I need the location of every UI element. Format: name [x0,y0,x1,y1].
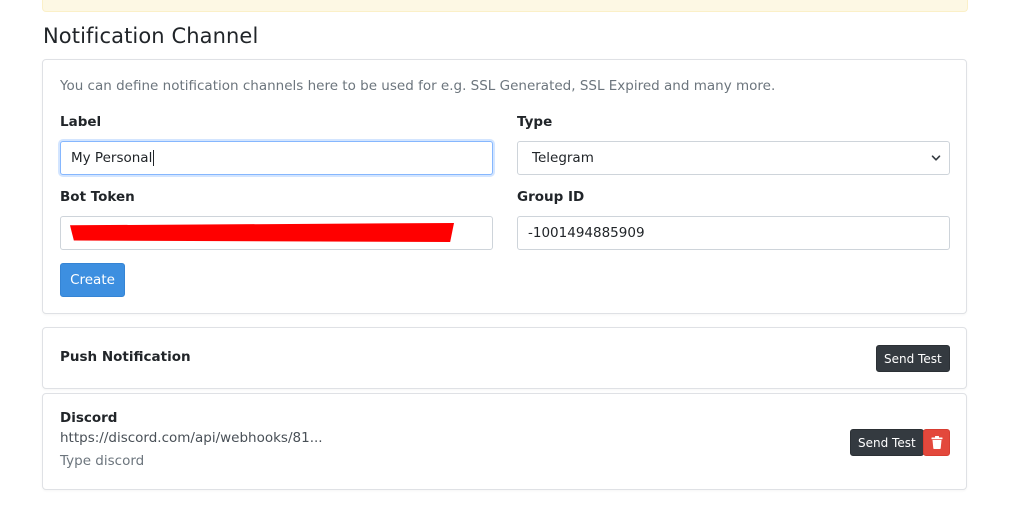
label-field-label: Label [60,114,102,130]
alert-banner [42,0,968,12]
form-intro-text: You can define notification channels her… [60,78,776,94]
label-input-value: My Personal [71,150,153,166]
channel-name: Push Notification [60,349,191,365]
trash-icon [931,436,942,449]
type-select[interactable]: Telegram [517,141,950,175]
channel-name: Discord [60,410,118,426]
channel-card-push-notification: Push Notification Send Test [42,327,967,389]
bot-token-field-label: Bot Token [60,189,135,205]
bot-token-input[interactable] [60,216,493,250]
send-test-button[interactable]: Send Test [876,345,950,372]
page-title: Notification Channel [43,24,259,48]
create-button[interactable]: Create [60,263,125,297]
group-id-field-label: Group ID [517,189,585,205]
type-select-value: Telegram [532,150,594,166]
channel-card-discord: Discord https://discord.com/api/webhooks… [42,393,967,490]
text-caret [153,150,155,166]
redaction-mark [70,223,454,242]
send-test-button[interactable]: Send Test [850,429,924,456]
channel-type-text: Type discord [60,453,145,469]
group-id-value: -1001494885909 [528,225,645,241]
channel-form-card: You can define notification channels her… [42,59,967,314]
label-input[interactable]: My Personal [60,141,493,175]
chevron-down-icon [931,155,941,161]
group-id-input[interactable]: -1001494885909 [517,216,950,250]
channel-webhook-url: https://discord.com/api/webhooks/81... [60,430,323,446]
type-field-label: Type [517,114,553,130]
delete-button[interactable] [923,429,950,456]
